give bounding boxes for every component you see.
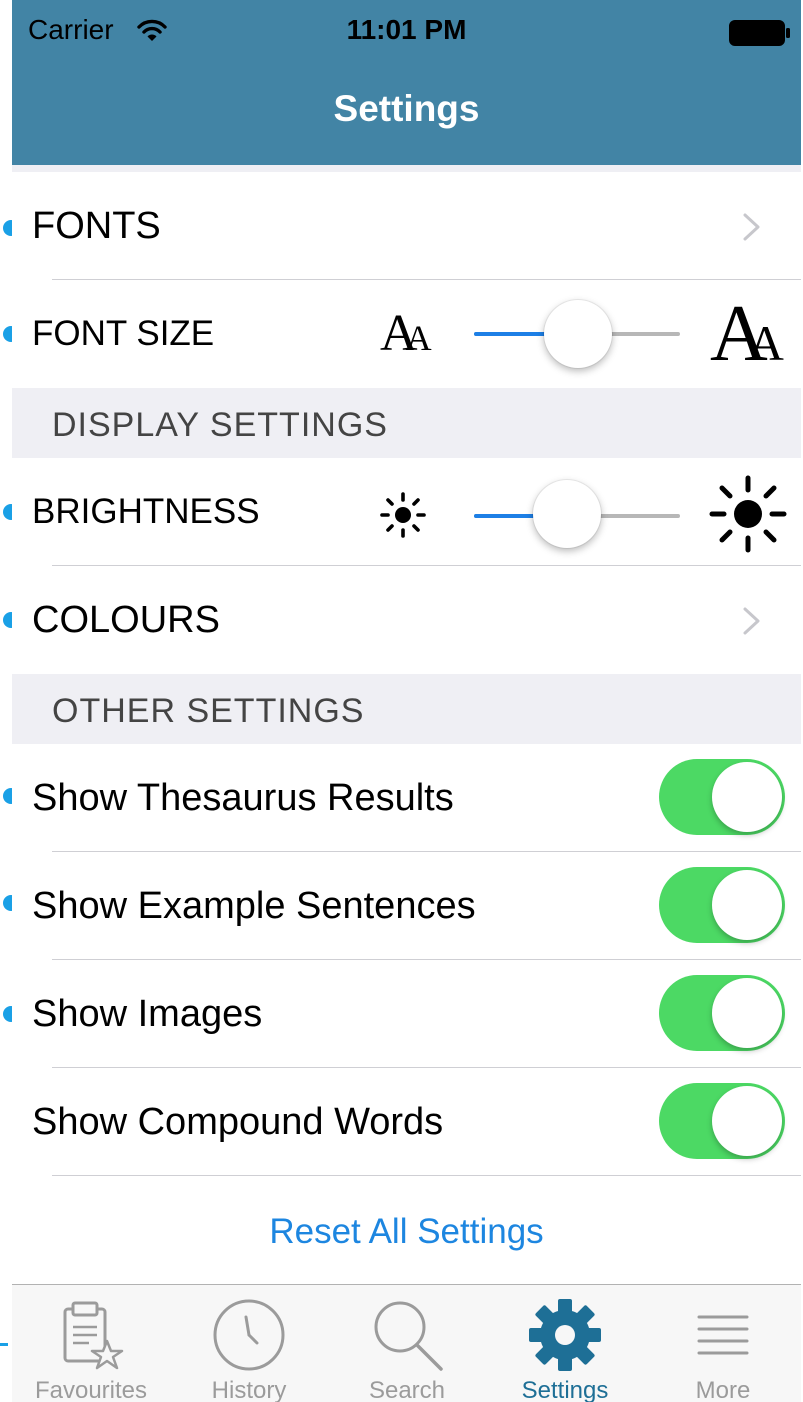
tab-more[interactable]: More (644, 1285, 801, 1402)
navigation-header: Carrier 11:01 PM Settings (12, 0, 801, 165)
font-size-label: FONT SIZE (32, 314, 215, 353)
images-toggle[interactable] (659, 975, 785, 1051)
brightness-label: BRIGHTNESS (32, 492, 260, 531)
font-size-row: FONT SIZE AA AA (12, 280, 801, 388)
brightness-low-icon (380, 492, 426, 538)
row-separator (52, 1175, 801, 1176)
brightness-thumb[interactable] (533, 480, 601, 548)
tab-history[interactable]: History (170, 1285, 328, 1402)
magnifier-icon (374, 1301, 443, 1371)
toggle-knob (712, 762, 782, 832)
colours-label: COLOURS (32, 599, 220, 641)
compound-row: Show Compound Words (12, 1068, 801, 1176)
examples-toggle[interactable] (659, 867, 785, 943)
thesaurus-label: Show Thesaurus Results (32, 777, 454, 819)
tab-settings[interactable]: Settings (486, 1285, 644, 1402)
images-row: Show Images (12, 960, 801, 1068)
examples-row: Show Example Sentences (12, 852, 801, 960)
phone-screen: Carrier 11:01 PM Settings FONTS FONT SIZ… (12, 0, 801, 1402)
compound-toggle[interactable] (659, 1083, 785, 1159)
font-size-slider[interactable] (474, 280, 680, 388)
brightness-slider[interactable] (474, 458, 680, 566)
images-label: Show Images (32, 993, 263, 1035)
clipboard-star-icon (63, 1301, 124, 1370)
other-settings-header: OTHER SETTINGS (52, 692, 365, 730)
toggle-knob (712, 1086, 782, 1156)
brightness-fill (474, 514, 542, 518)
menu-lines-icon (697, 1315, 749, 1355)
clock-time: 11:01 PM (346, 14, 467, 45)
small-font-icon: AA (380, 305, 432, 362)
large-font-icon: AA (710, 290, 784, 378)
tab-label: Search (368, 1377, 446, 1402)
tab-label: Favourites (34, 1377, 148, 1402)
font-size-thumb[interactable] (544, 300, 612, 368)
colours-row[interactable]: COLOURS (12, 566, 801, 674)
tab-label: More (695, 1377, 751, 1402)
tab-label: Settings (521, 1377, 609, 1402)
toggle-knob (712, 978, 782, 1048)
fonts-row[interactable]: FONTS (12, 172, 801, 280)
compound-label: Show Compound Words (32, 1101, 444, 1143)
thesaurus-toggle[interactable] (659, 759, 785, 835)
other-section: Show Thesaurus Results Show Example Sent… (12, 744, 801, 1284)
tab-favourites[interactable]: Favourites (12, 1285, 170, 1402)
clock-icon (213, 1299, 285, 1371)
thesaurus-row: Show Thesaurus Results (12, 744, 801, 852)
brightness-row: BRIGHTNESS (12, 458, 801, 566)
fonts-section: FONTS FONT SIZE AA AA (12, 172, 801, 388)
gear-icon (529, 1299, 601, 1371)
tab-bar: Favourites History Search Settings More (12, 1284, 801, 1402)
chevron-right-icon (743, 213, 760, 241)
display-section: BRIGHTNESS COLOURS (12, 458, 801, 674)
display-settings-header: DISPLAY SETTINGS (52, 406, 388, 444)
tab-label: History (211, 1377, 287, 1402)
chevron-right-icon (743, 607, 760, 635)
fonts-label: FONTS (32, 205, 161, 247)
toggle-knob (712, 870, 782, 940)
brightness-high-icon (709, 475, 787, 553)
battery-icon (729, 20, 790, 46)
tab-search[interactable]: Search (328, 1285, 486, 1402)
page-title: Settings (333, 88, 480, 129)
reset-all-button[interactable]: Reset All Settings (12, 1212, 801, 1252)
font-size-fill (474, 332, 554, 336)
examples-label: Show Example Sentences (32, 885, 476, 927)
